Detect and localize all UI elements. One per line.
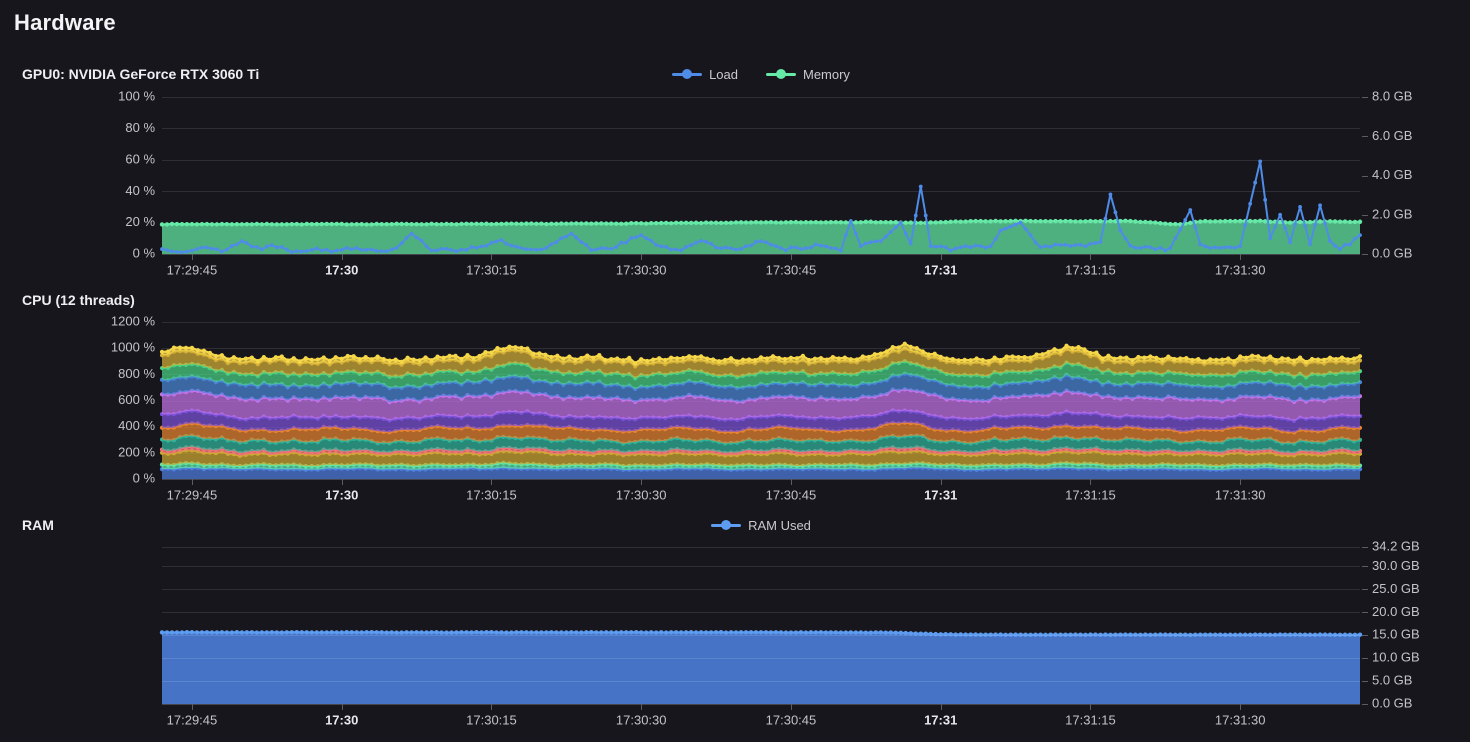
ram-legend: RAM Used <box>162 515 1360 535</box>
legend-label: Load <box>709 67 738 82</box>
legend-item-memory[interactable]: Memory <box>766 67 850 82</box>
legend-marker-icon <box>766 69 796 79</box>
ram-chart[interactable] <box>0 535 1470 735</box>
legend-item-load[interactable]: Load <box>672 67 738 82</box>
page-title: Hardware <box>14 10 116 36</box>
hardware-dashboard: Hardware GPU0: NVIDIA GeForce RTX 3060 T… <box>0 0 1470 742</box>
legend-label: Memory <box>803 67 850 82</box>
gpu-legend: Load Memory <box>162 64 1360 84</box>
gpu-chart[interactable] <box>0 85 1470 285</box>
cpu-chart[interactable] <box>0 310 1470 510</box>
legend-marker-icon <box>672 69 702 79</box>
legend-label: RAM Used <box>748 518 811 533</box>
cpu-chart-title: CPU (12 threads) <box>22 292 135 308</box>
legend-marker-icon <box>711 520 741 530</box>
ram-chart-title: RAM <box>22 517 54 533</box>
legend-item-ram-used[interactable]: RAM Used <box>711 518 811 533</box>
